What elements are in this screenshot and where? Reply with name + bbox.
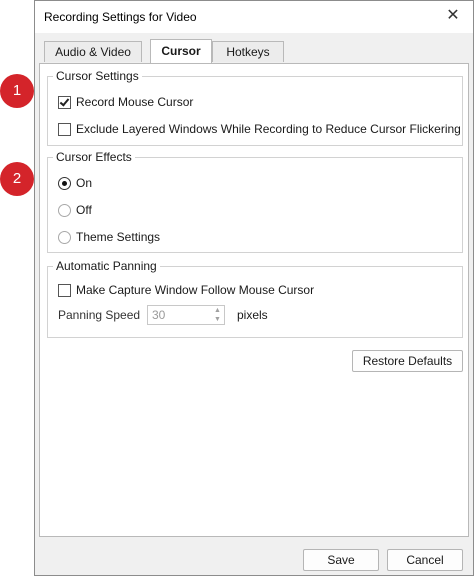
save-button[interactable]: Save: [303, 549, 379, 571]
radio-on[interactable]: On: [58, 175, 92, 191]
record-mouse-cursor-checkbox[interactable]: Record Mouse Cursor: [58, 94, 193, 110]
cursor-effects-title: Cursor Effects: [53, 150, 135, 164]
checkbox-icon[interactable]: [58, 122, 71, 136]
tab-audio-video[interactable]: Audio & Video: [44, 41, 142, 62]
radio-selected-icon[interactable]: [58, 176, 71, 190]
panning-speed-unit: pixels: [237, 308, 268, 322]
radio-off-label: Off: [76, 203, 92, 217]
radio-theme-settings-label: Theme Settings: [76, 230, 161, 244]
cursor-tab-panel: Cursor Settings Record Mouse Cursor Excl…: [39, 63, 469, 537]
panning-speed-stepper[interactable]: 30 ▲ ▼: [147, 305, 225, 325]
cursor-settings-group: Cursor Settings Record Mouse Cursor Excl…: [47, 69, 463, 146]
tab-cursor[interactable]: Cursor: [150, 39, 212, 63]
callout-badge-1: 1: [0, 74, 34, 108]
restore-defaults-button[interactable]: Restore Defaults: [352, 350, 463, 372]
checkbox-icon[interactable]: [58, 283, 71, 297]
cursor-effects-group: Cursor Effects On Off Theme Settings: [47, 150, 463, 253]
close-icon[interactable]: ✕: [441, 5, 465, 27]
panning-speed-value[interactable]: 30: [152, 308, 165, 322]
exclude-layered-windows-checkbox[interactable]: Exclude Layered Windows While Recording …: [58, 121, 461, 137]
radio-off[interactable]: Off: [58, 202, 92, 218]
radio-theme-settings[interactable]: Theme Settings: [58, 229, 160, 245]
recording-settings-dialog: Recording Settings for Video ✕ Audio & V…: [34, 0, 474, 576]
automatic-panning-group: Automatic Panning Make Capture Window Fo…: [47, 259, 463, 338]
radio-icon[interactable]: [58, 230, 71, 244]
follow-mouse-cursor-checkbox[interactable]: Make Capture Window Follow Mouse Cursor: [58, 282, 314, 298]
cancel-button[interactable]: Cancel: [387, 549, 463, 571]
automatic-panning-title: Automatic Panning: [53, 259, 160, 273]
spin-down-icon[interactable]: ▼: [213, 316, 222, 324]
title-bar: Recording Settings for Video ✕: [35, 1, 473, 33]
cursor-settings-title: Cursor Settings: [53, 69, 142, 83]
spin-up-icon[interactable]: ▲: [213, 307, 222, 315]
radio-on-label: On: [76, 176, 93, 190]
follow-mouse-cursor-label: Make Capture Window Follow Mouse Cursor: [76, 283, 315, 297]
checkbox-checked-icon[interactable]: [58, 95, 71, 109]
exclude-layered-windows-label: Exclude Layered Windows While Recording …: [76, 122, 461, 136]
tab-hotkeys[interactable]: Hotkeys: [212, 41, 284, 62]
dialog-title: Recording Settings for Video: [44, 10, 197, 24]
radio-icon[interactable]: [58, 203, 71, 217]
panning-speed-label: Panning Speed: [58, 308, 141, 322]
record-mouse-cursor-label: Record Mouse Cursor: [76, 95, 194, 109]
callout-badge-2: 2: [0, 162, 34, 196]
